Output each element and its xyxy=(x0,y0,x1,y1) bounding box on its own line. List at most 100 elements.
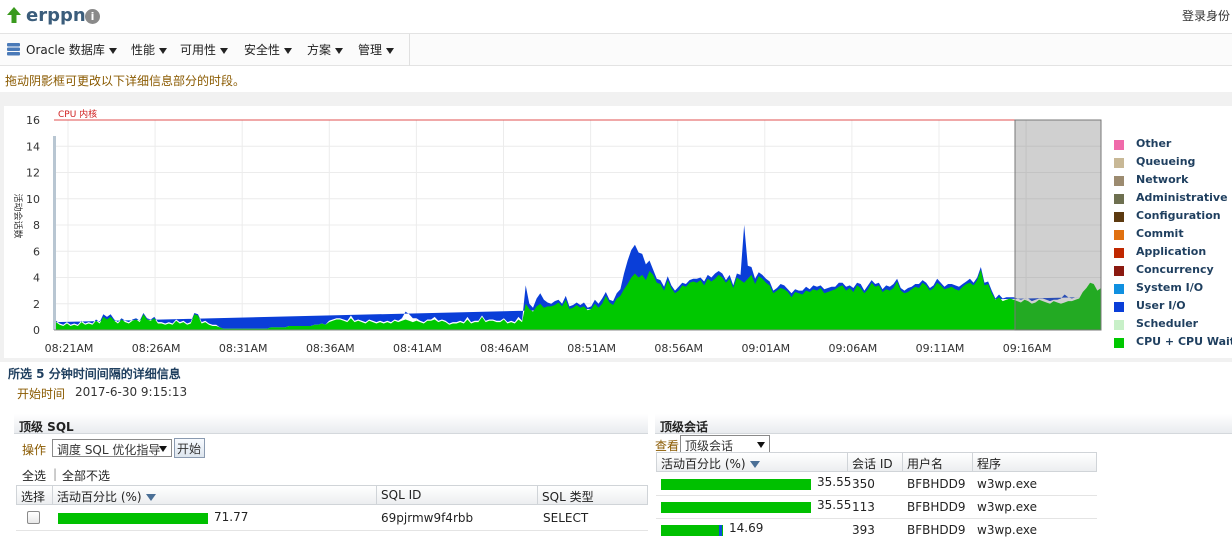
session-activity-value: 35.55 xyxy=(817,475,852,489)
detail-heading: 所选 5 分钟时间间隔的详细信息 xyxy=(8,367,181,381)
info-icon[interactable]: i xyxy=(85,9,100,24)
y-tick-label: 10 xyxy=(26,193,40,206)
select-none-link[interactable]: 全部不选 xyxy=(62,467,110,484)
username-link[interactable]: BFBHDD9 xyxy=(907,500,966,514)
column-header-select: 选择 xyxy=(16,485,53,505)
action-select[interactable]: 调度 SQL 优化指导 xyxy=(52,439,172,457)
session-activity-value: 35.55 xyxy=(817,498,852,512)
legend-swatch xyxy=(1114,266,1124,276)
page-title: erppn xyxy=(26,5,86,26)
row-divider xyxy=(16,530,648,531)
link-separator: | xyxy=(53,467,58,481)
x-tick-label: 08:46AM xyxy=(480,342,529,355)
up-arrow-icon xyxy=(7,7,21,23)
menu-administration-label: 管理 xyxy=(358,43,383,57)
program-name: w3wp.exe xyxy=(977,500,1037,514)
legend-label: Configuration xyxy=(1136,209,1221,222)
x-tick-label: 08:26AM xyxy=(132,342,181,355)
x-tick-label: 08:21AM xyxy=(45,342,94,355)
drag-hint-text: 拖动阴影框可更改以下详细信息部分的时段。 xyxy=(5,74,246,88)
start-time-value: 2017-6-30 9:15:13 xyxy=(75,385,188,399)
row-divider xyxy=(656,495,1097,496)
legend-label: Scheduler xyxy=(1136,317,1199,330)
legend-swatch xyxy=(1114,158,1124,168)
menu-security-label: 安全性 xyxy=(244,43,281,57)
menu-oracle-database[interactable]: Oracle 数据库 xyxy=(26,41,117,58)
menu-schema[interactable]: 方案 xyxy=(307,41,344,58)
column-header-sql-id: SQL ID xyxy=(377,485,538,505)
login-status[interactable]: 登录身份 xyxy=(1182,7,1230,24)
top-sql-title: 顶级 SQL xyxy=(19,420,74,434)
active-sessions-chart: 0 2 4 6 8 10 12 14 16 活动会话数 CPU 内核 08:21AM 08:26AM 08… xyxy=(12,108,1102,355)
legend-swatch xyxy=(1114,194,1124,204)
x-tick-label: 08:51AM xyxy=(567,342,616,355)
session-activity-bar xyxy=(661,502,811,513)
top-sessions-title: 顶级会话 xyxy=(660,420,709,434)
session-id-link[interactable]: 113 xyxy=(852,500,875,514)
session-activity-bar-io xyxy=(719,525,722,536)
y-tick-label: 2 xyxy=(33,298,40,311)
select-all-link[interactable]: 全选 xyxy=(22,467,46,484)
legend-label: Application xyxy=(1136,245,1207,258)
menu-availability-label: 可用性 xyxy=(180,43,217,57)
menu-availability[interactable]: 可用性 xyxy=(180,41,229,58)
go-button[interactable]: 开始 xyxy=(174,438,205,458)
y-tick-label: 4 xyxy=(33,272,40,285)
chevron-down-icon xyxy=(220,47,229,54)
menu-security[interactable]: 安全性 xyxy=(244,41,293,58)
view-select[interactable]: 顶级会话 xyxy=(680,435,770,453)
menu-administration[interactable]: 管理 xyxy=(358,41,395,58)
legend-label: Network xyxy=(1136,173,1189,186)
legend-swatch xyxy=(1114,212,1124,222)
username-link[interactable]: BFBHDD9 xyxy=(907,477,966,491)
legend-swatch xyxy=(1114,230,1124,240)
x-tick-label: 09:16AM xyxy=(1003,342,1052,355)
y-tick-label: 16 xyxy=(26,114,40,127)
legend-swatch xyxy=(1114,302,1124,312)
legend-label: Concurrency xyxy=(1136,263,1214,276)
top-bar: erppn i 登录身份 xyxy=(0,0,1232,33)
username-link[interactable]: BFBHDD9 xyxy=(907,523,966,537)
program-name: w3wp.exe xyxy=(977,523,1037,537)
start-time-label: 开始时间 xyxy=(17,387,66,401)
x-tick-label: 09:01AM xyxy=(741,342,790,355)
y-tick-label: 0 xyxy=(33,324,40,337)
y-tick-label: 14 xyxy=(26,140,40,153)
chevron-down-icon xyxy=(284,47,293,54)
selection-window xyxy=(1014,119,1102,331)
chevron-down-icon xyxy=(335,47,344,54)
sort-descending-icon xyxy=(145,494,156,501)
chevron-down-icon xyxy=(159,446,167,452)
column-header-activity[interactable]: 活动百分比 (%) xyxy=(53,485,377,505)
x-tick-label: 08:31AM xyxy=(219,342,268,355)
legend-label: User I/O xyxy=(1136,299,1186,312)
column-header-session-id: 会话 ID xyxy=(848,452,903,472)
activity-value: 71.77 xyxy=(214,510,249,524)
menu-schema-label: 方案 xyxy=(307,43,332,57)
action-label: 操作 xyxy=(22,443,47,457)
x-tick-label: 09:06AM xyxy=(829,342,878,355)
database-icon xyxy=(7,43,20,56)
column-header-session-activity[interactable]: 活动百分比 (%) xyxy=(656,452,848,472)
legend-label: CPU + CPU Wait xyxy=(1136,335,1232,348)
legend-label: Administrative xyxy=(1136,191,1228,204)
session-id-link[interactable]: 393 xyxy=(852,523,875,537)
sort-descending-icon xyxy=(749,461,760,468)
session-id-link[interactable]: 350 xyxy=(852,477,875,491)
legend-swatch xyxy=(1114,284,1124,294)
menu-oracle-database-label: Oracle 数据库 xyxy=(26,43,105,57)
chevron-down-icon xyxy=(757,442,765,448)
sql-id-link[interactable]: 69pjrmw9f4rbb xyxy=(381,511,473,525)
column-header-sql-type: SQL 类型 xyxy=(538,485,648,505)
column-header-activity-label: 活动百分比 (%) xyxy=(57,490,142,504)
y-tick-label: 6 xyxy=(33,245,40,258)
column-header-username: 用户名 xyxy=(903,452,973,472)
action-select-value: 调度 SQL 优化指导 xyxy=(57,443,161,457)
chevron-down-icon xyxy=(386,47,395,54)
row-select-checkbox[interactable] xyxy=(27,511,40,524)
legend-swatch xyxy=(1114,176,1124,186)
menu-performance-label: 性能 xyxy=(131,43,156,57)
activity-bar xyxy=(58,513,208,524)
menu-performance[interactable]: 性能 xyxy=(131,41,168,58)
column-header-session-activity-label: 活动百分比 (%) xyxy=(661,457,746,471)
